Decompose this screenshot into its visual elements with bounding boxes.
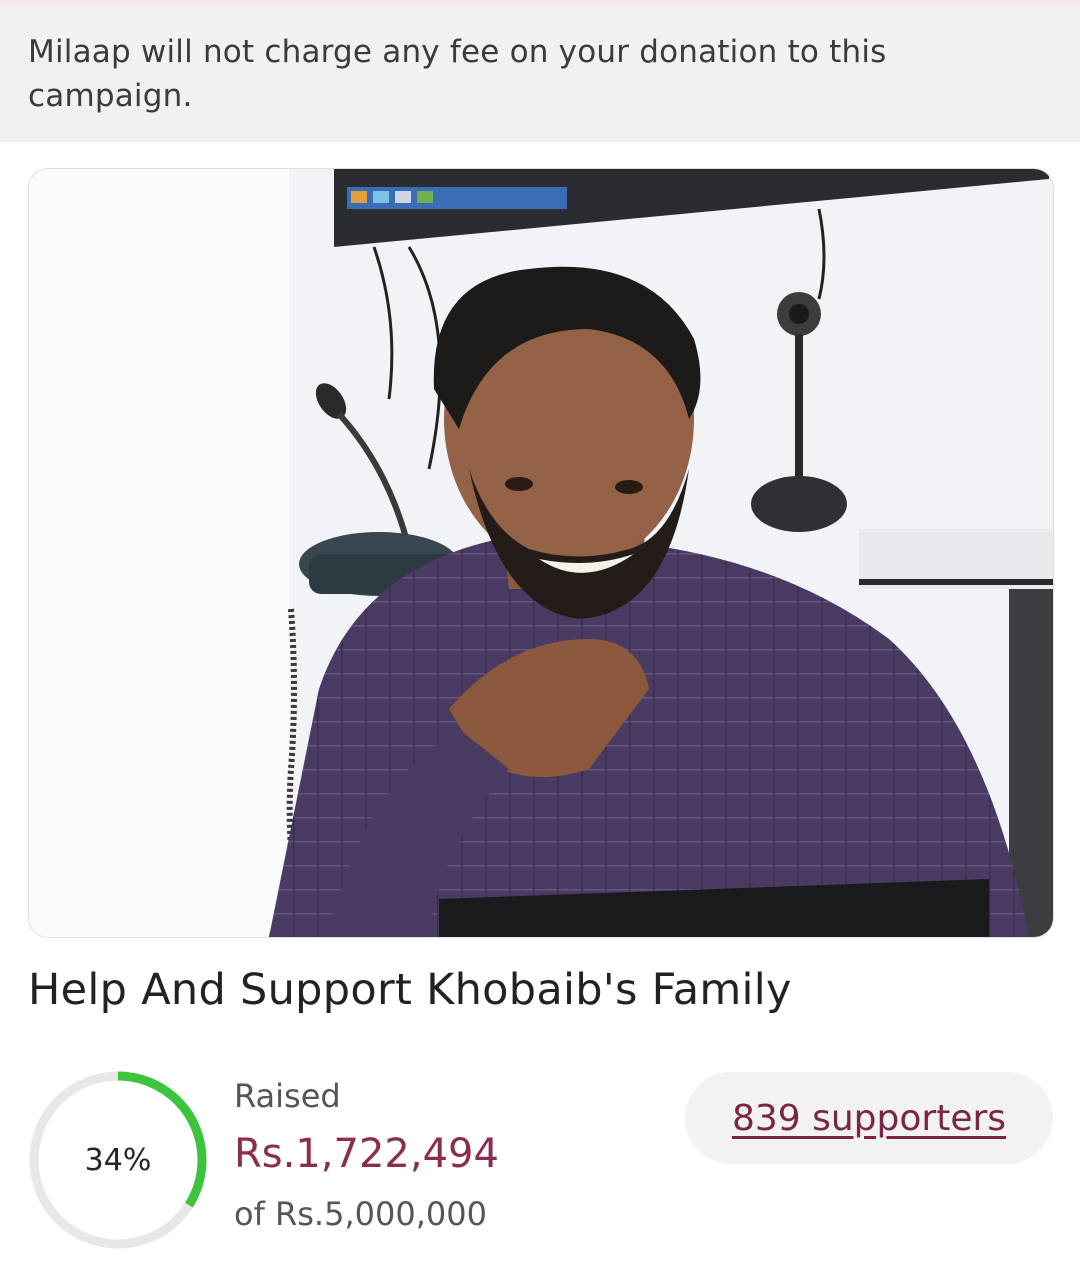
goal-amount: of Rs.5,000,000 <box>234 1195 487 1233</box>
progress-percent: 34% <box>84 1142 152 1178</box>
campaign-title: Help And Support Khobaib's Family <box>28 965 792 1015</box>
supporters-link[interactable]: 839 supporters <box>732 1098 1006 1139</box>
supporters-button[interactable]: 839 supporters <box>685 1072 1053 1164</box>
fee-notice-text: Milaap will not charge any fee on your d… <box>28 34 887 114</box>
fee-notice-banner: Milaap will not charge any fee on your d… <box>0 4 1080 142</box>
campaign-photo[interactable] <box>28 168 1054 938</box>
raised-label: Raised <box>234 1077 341 1115</box>
campaign-page: Milaap will not charge any fee on your d… <box>0 0 1080 1265</box>
campaign-photo-image <box>29 169 1053 937</box>
raised-amount: Rs.1,722,494 <box>234 1131 499 1177</box>
progress-ring: 34% <box>28 1070 208 1250</box>
